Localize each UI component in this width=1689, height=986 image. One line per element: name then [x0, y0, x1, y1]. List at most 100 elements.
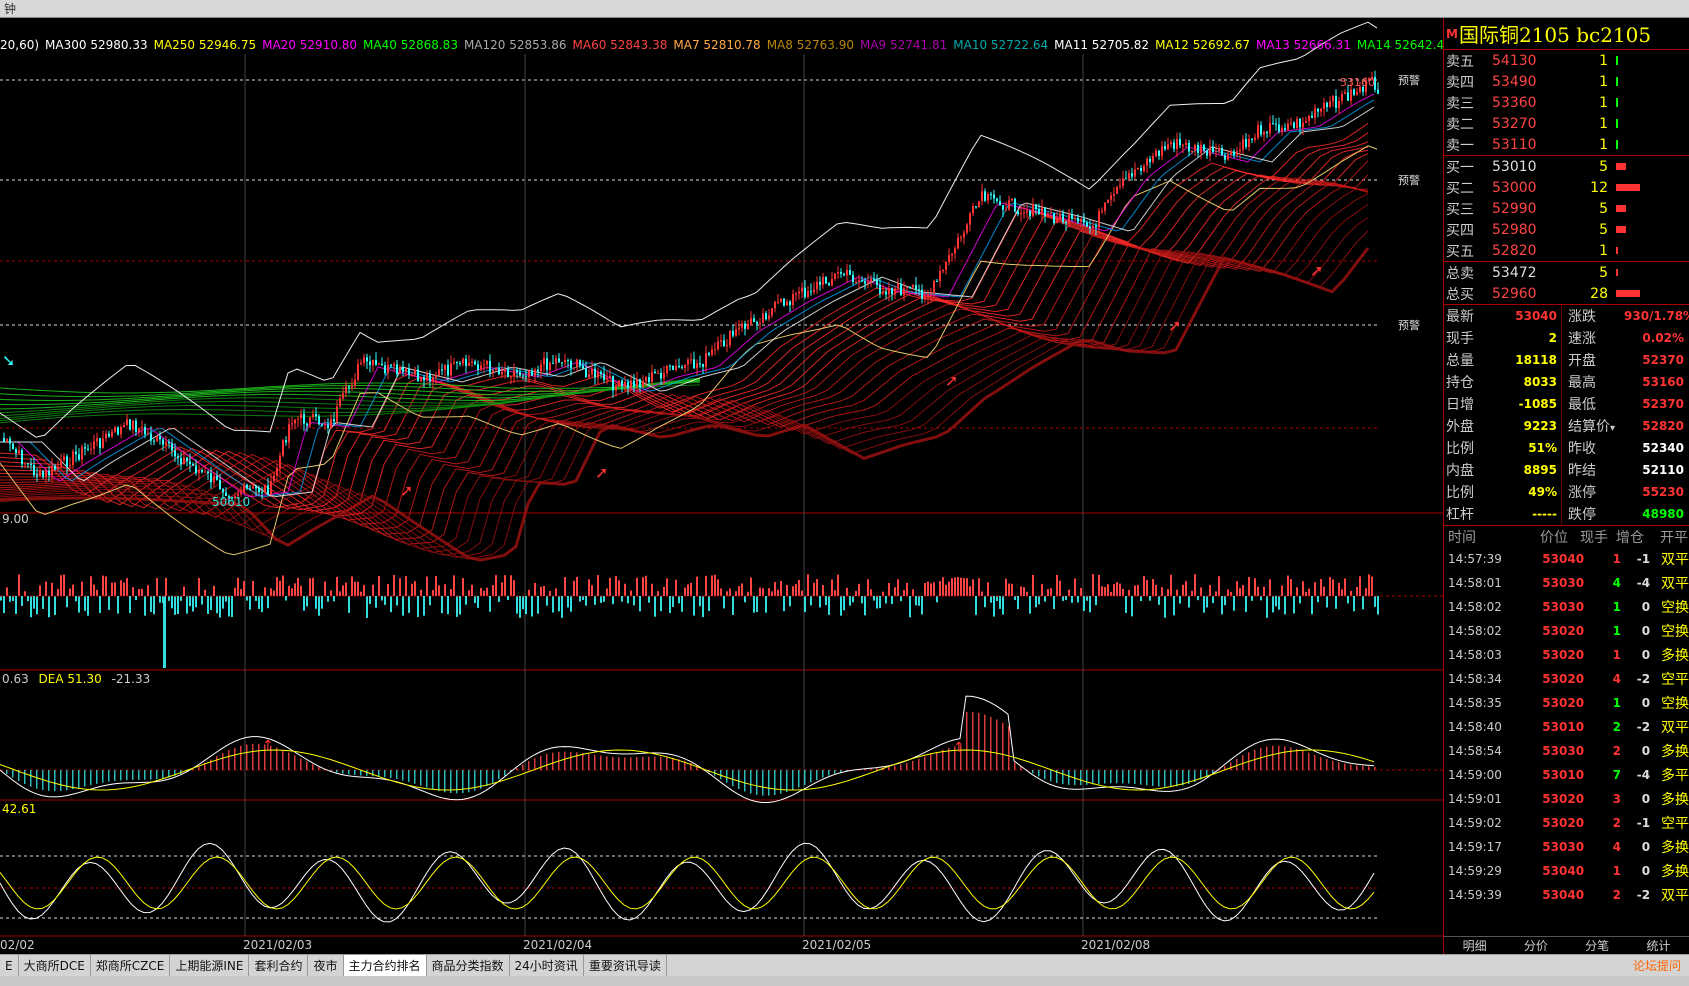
- market-tab[interactable]: 套利合约: [249, 954, 309, 977]
- candle-body: [57, 466, 59, 470]
- candle-body: [405, 368, 407, 373]
- candle-body: [612, 375, 614, 391]
- market-tab[interactable]: 重要资讯导读: [584, 954, 667, 977]
- macd-histogram-bar: [816, 770, 818, 780]
- macd-histogram-bar: [1296, 748, 1298, 770]
- candle-body: [534, 369, 536, 376]
- candle-body: [1071, 214, 1073, 219]
- volume-bar: [153, 596, 155, 615]
- candle-body: [150, 433, 152, 441]
- level-volume-bar: [1616, 119, 1618, 128]
- volume-bar: [435, 576, 437, 596]
- market-tab[interactable]: E: [0, 954, 19, 977]
- period-selector[interactable]: 钟: [4, 0, 16, 17]
- market-tab[interactable]: 夜市: [308, 954, 344, 977]
- macd-histogram-bar: [630, 757, 632, 770]
- candle-body: [303, 414, 305, 424]
- macd-histogram-bar: [762, 770, 764, 796]
- tick-row[interactable]: 14:59:17 53030 4 0 多换: [1444, 835, 1689, 859]
- candle-body: [672, 366, 674, 370]
- candle-body: [951, 253, 953, 256]
- macd-histogram-bar: [360, 770, 362, 776]
- volume-bar: [216, 596, 218, 614]
- stat-label: 持仓: [1446, 375, 1474, 391]
- candle-body: [660, 373, 662, 379]
- candle-body: [459, 362, 461, 364]
- stat-label: 内盘: [1446, 463, 1474, 479]
- panel-tab[interactable]: 分笔: [1567, 937, 1628, 954]
- macd-histogram-bar: [216, 756, 218, 770]
- volume-bar: [480, 587, 482, 596]
- candle-body: [1029, 210, 1031, 217]
- volume-bar: [423, 596, 425, 616]
- chart-area[interactable]: 预警 预警 预警 53160 50610 ➚ ➚ ➚ ➚ ➚ ➘ ↑ ↑ 02/02 2021/02/03 2…: [0, 18, 1444, 954]
- macd-histogram-bar: [348, 770, 350, 775]
- macd-histogram-bar: [1368, 766, 1370, 770]
- candle-body: [981, 191, 983, 202]
- volume-bar: [1359, 576, 1361, 596]
- volume-bar: [846, 587, 848, 596]
- tick-row[interactable]: 14:59:00 53010 7 -4 多平: [1444, 763, 1689, 787]
- level-qty: 5: [1599, 200, 1608, 217]
- volume-bar: [163, 596, 166, 668]
- candle-body: [603, 373, 605, 380]
- chevron-down-icon[interactable]: ▾: [1610, 423, 1615, 434]
- candle-body: [489, 360, 491, 373]
- candle-body: [1278, 124, 1280, 132]
- macd-histogram-bar: [354, 770, 356, 776]
- ma-indicator: MA60 52843.38: [572, 38, 668, 52]
- tick-volume: 1: [1612, 552, 1621, 566]
- volume-bar: [1203, 596, 1205, 613]
- forum-link[interactable]: 论坛提问: [1633, 957, 1681, 974]
- candle-body: [903, 288, 905, 296]
- candle-body: [930, 293, 932, 295]
- tick-row[interactable]: 14:59:02 53020 2 -1 空平: [1444, 811, 1689, 835]
- candle-body: [1164, 146, 1166, 150]
- tick-row[interactable]: 14:58:34 53020 4 -2 空平: [1444, 667, 1689, 691]
- macd-histogram-bar: [54, 770, 56, 792]
- panel-tab[interactable]: 明细: [1444, 937, 1505, 954]
- tick-row[interactable]: 14:58:01 53030 4 -4 双平: [1444, 571, 1689, 595]
- tick-row[interactable]: 14:58:40 53010 2 -2 双平: [1444, 715, 1689, 739]
- tick-row[interactable]: 14:58:35 53020 1 0 空换: [1444, 691, 1689, 715]
- panel-tab[interactable]: 分价: [1505, 937, 1566, 954]
- kline-chart[interactable]: 预警预警预警5316050610➚➚➚➚➚➘↑ ↑02/02 2021/02/03 2…: [0, 18, 1444, 954]
- market-tab[interactable]: 大商所DCE: [19, 954, 91, 977]
- candle-body: [918, 289, 920, 291]
- tick-list[interactable]: 14:57:39 53040 1 -1 双平 14:58:01 53030 4 -4 双平 14:5…: [1444, 547, 1689, 907]
- instrument-title: M 国际铜2105 bc2105: [1444, 18, 1689, 50]
- volume-bar: [408, 596, 410, 613]
- tick-row[interactable]: 14:58:54 53030 2 0 多换: [1444, 739, 1689, 763]
- tick-row[interactable]: 14:59:29 53040 1 0 多换: [1444, 859, 1689, 883]
- tick-row[interactable]: 14:58:02 53030 1 0 空换: [1444, 595, 1689, 619]
- candle-body: [582, 365, 584, 369]
- candle-body: [66, 456, 68, 467]
- tick-row[interactable]: 14:59:01 53020 3 0 多换: [1444, 787, 1689, 811]
- macd-histogram-bar: [390, 770, 392, 779]
- tick-volume: 1: [1612, 864, 1621, 878]
- candle-body: [24, 463, 26, 465]
- market-tab[interactable]: 主力合约排名: [343, 954, 427, 977]
- market-tab[interactable]: 上期能源INE: [170, 954, 250, 977]
- candle-body: [393, 364, 395, 366]
- candle-body: [267, 485, 269, 495]
- tick-row[interactable]: 14:58:03 53020 1 0 多换: [1444, 643, 1689, 667]
- volume-bar: [534, 582, 536, 596]
- volume-bar: [318, 596, 320, 616]
- candle-body: [438, 369, 440, 376]
- volume-bar: [810, 596, 812, 606]
- macd-histogram-bar: [1176, 770, 1178, 787]
- market-tab[interactable]: 郑商所CZCE: [91, 954, 171, 977]
- candle-body: [1248, 139, 1250, 147]
- volume-bar: [921, 596, 923, 615]
- tick-row[interactable]: 14:59:39 53040 2 -2 双平: [1444, 883, 1689, 907]
- market-tab[interactable]: 24小时资讯: [510, 954, 584, 977]
- tick-row[interactable]: 14:58:02 53020 1 0 空换: [1444, 619, 1689, 643]
- panel-tab[interactable]: 统计: [1628, 937, 1689, 954]
- candle-body: [246, 484, 248, 489]
- candle-body: [348, 386, 350, 388]
- tick-row[interactable]: 14:57:39 53040 1 -1 双平: [1444, 547, 1689, 571]
- volume-bar: [1074, 578, 1076, 596]
- stat-label: 日增: [1446, 397, 1474, 413]
- market-tab[interactable]: 商品分类指数: [427, 954, 510, 977]
